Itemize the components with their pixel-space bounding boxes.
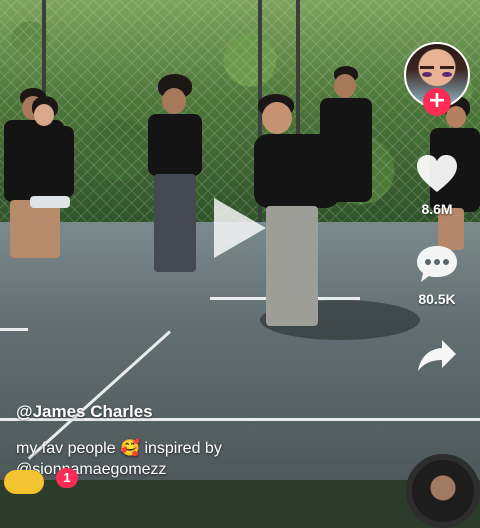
like-count: 8.6M: [421, 201, 453, 217]
notification-badge: 1: [56, 468, 78, 488]
post-username[interactable]: @James Charles: [16, 402, 153, 422]
comment-count: 80.5K: [418, 291, 456, 307]
caption-emoji: 🥰: [120, 440, 140, 457]
share-icon[interactable]: [416, 338, 458, 374]
play-icon[interactable]: [214, 198, 266, 258]
court-line: [0, 328, 28, 331]
post-caption: my fav people 🥰 inspired by: [16, 438, 222, 458]
caption-text: my fav people: [16, 440, 116, 457]
follow-plus-icon[interactable]: +: [423, 88, 451, 116]
sound-disc[interactable]: [406, 454, 480, 528]
emoji-bubble: [4, 470, 44, 494]
caption-suffix: inspired by: [144, 440, 222, 457]
comment-icon[interactable]: [415, 244, 459, 284]
heart-icon[interactable]: [416, 154, 458, 194]
